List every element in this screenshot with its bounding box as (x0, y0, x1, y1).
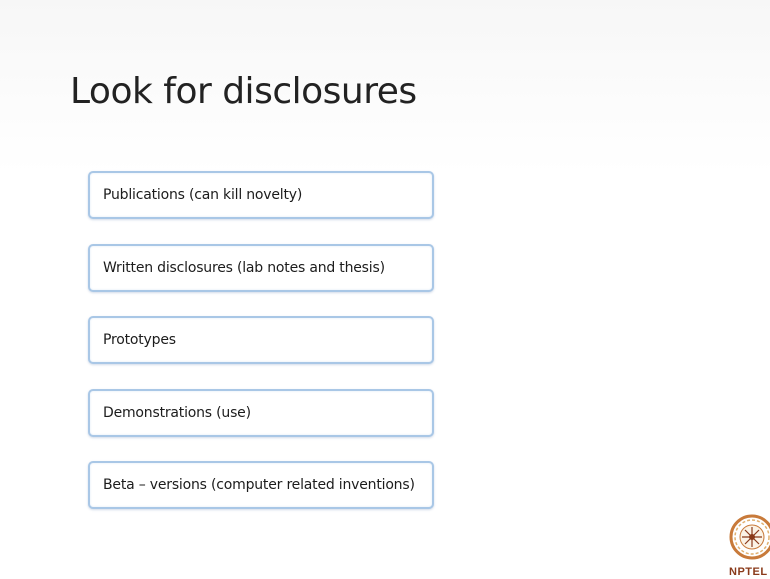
nptel-logo-icon (729, 514, 770, 560)
list-item: Beta – versions (computer related invent… (88, 461, 434, 509)
disclosure-list: Publications (can kill novelty) Written … (88, 171, 434, 534)
list-item: Demonstrations (use) (88, 388, 434, 437)
list-item-label: Prototypes (103, 332, 176, 348)
list-item-label: Demonstrations (use) (103, 404, 251, 421)
slide-title: Look for disclosures (70, 71, 417, 112)
slide: Look for disclosures Publications (can k… (0, 0, 770, 579)
nptel-logo: NPTEL (727, 500, 770, 579)
list-item-label: Written disclosures (lab notes and thesi… (103, 259, 385, 276)
list-item-label: Publications (can kill novelty) (103, 187, 303, 203)
list-item-label: Beta – versions (computer related invent… (103, 477, 415, 493)
list-item: Publications (can kill novelty) (88, 171, 434, 219)
list-item: Written disclosures (lab notes and thesi… (88, 243, 434, 292)
list-item: Prototypes (88, 316, 434, 364)
logo-text: NPTEL (729, 566, 768, 578)
